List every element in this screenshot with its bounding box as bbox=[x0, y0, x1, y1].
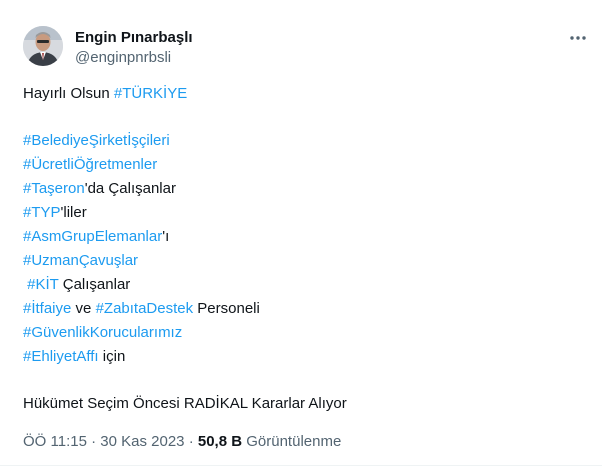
line-text: Personeli bbox=[193, 300, 260, 317]
tweet-line: #ÜcretliÖğretmenler bbox=[23, 153, 583, 177]
line-text: 'liler bbox=[60, 204, 87, 221]
tweet-line: #UzmanÇavuşlar bbox=[23, 249, 583, 273]
views-label: Görüntülenme bbox=[242, 433, 342, 450]
line-text: Çalışanlar bbox=[58, 276, 131, 293]
hashtag[interactable]: #GüvenlikKorucularımız bbox=[23, 324, 182, 341]
tweet-line: #TYP'liler bbox=[23, 201, 583, 225]
line-text: ve bbox=[71, 300, 96, 317]
hashtag[interactable]: #KİT bbox=[27, 276, 58, 293]
tweet-line: #GüvenlikKorucularımız bbox=[23, 321, 583, 345]
meta-separator: · bbox=[86, 433, 101, 450]
hashtag[interactable]: #BelediyeŞirketİşçileri bbox=[23, 132, 170, 149]
hashtag[interactable]: #İtfaiye bbox=[23, 300, 71, 317]
tweet-line: #İtfaiye ve #ZabıtaDestek Personeli bbox=[23, 297, 583, 321]
author-name[interactable]: Engin Pınarbaşlı bbox=[75, 28, 193, 48]
profile-photo-icon bbox=[23, 26, 63, 66]
avatar[interactable] bbox=[23, 26, 63, 66]
tweet-line: Hayırlı Olsun #TÜRKİYE bbox=[23, 82, 583, 106]
more-options-button[interactable] bbox=[566, 28, 590, 48]
tweet-date[interactable]: 30 Kas 2023 bbox=[100, 433, 184, 450]
line-text: 'ı bbox=[162, 228, 170, 245]
closing-text: Hükümet Seçim Öncesi RADİKAL Kararlar Al… bbox=[23, 395, 347, 412]
tweet-line: #EhliyetAffı için bbox=[23, 345, 583, 369]
hashtag[interactable]: #ÜcretliÖğretmenler bbox=[23, 156, 157, 173]
hashtag[interactable]: #EhliyetAffı bbox=[23, 348, 99, 365]
hashtag[interactable]: #AsmGrupElemanlar bbox=[23, 228, 162, 245]
tweet: Engin Pınarbaşlı @enginpnrbsli Hayırlı O… bbox=[0, 0, 602, 466]
meta-separator: · bbox=[184, 433, 198, 450]
line-text: 'da Çalışanlar bbox=[84, 180, 176, 197]
tweet-line: #AsmGrupElemanlar'ı bbox=[23, 225, 583, 249]
tweet-meta: ÖÖ 11:15 · 30 Kas 2023 · 50,8 B Görüntül… bbox=[23, 432, 341, 452]
intro-text: Hayırlı Olsun bbox=[23, 85, 114, 102]
hashtag[interactable]: #Taşeron bbox=[23, 180, 85, 197]
hashtag-turkiye[interactable]: #TÜRKİYE bbox=[114, 85, 187, 102]
views-count[interactable]: 50,8 B bbox=[198, 433, 242, 450]
more-horizontal-icon bbox=[570, 36, 586, 40]
hashtag[interactable]: #UzmanÇavuşlar bbox=[23, 252, 138, 269]
author-handle[interactable]: @enginpnrbsli bbox=[75, 48, 171, 68]
line-text: için bbox=[98, 348, 126, 365]
hashtag[interactable]: #TYP bbox=[23, 204, 61, 221]
hashtag[interactable]: #ZabıtaDestek bbox=[96, 300, 194, 317]
tweet-line: #Taşeron'da Çalışanlar bbox=[23, 177, 583, 201]
tweet-line: #BelediyeŞirketİşçileri bbox=[23, 129, 583, 153]
tweet-time[interactable]: ÖÖ 11:15 bbox=[23, 433, 87, 450]
tweet-line: #KİT Çalışanlar bbox=[23, 273, 583, 297]
tweet-text: Hayırlı Olsun #TÜRKİYE #BelediyeŞirketİş… bbox=[23, 82, 583, 416]
